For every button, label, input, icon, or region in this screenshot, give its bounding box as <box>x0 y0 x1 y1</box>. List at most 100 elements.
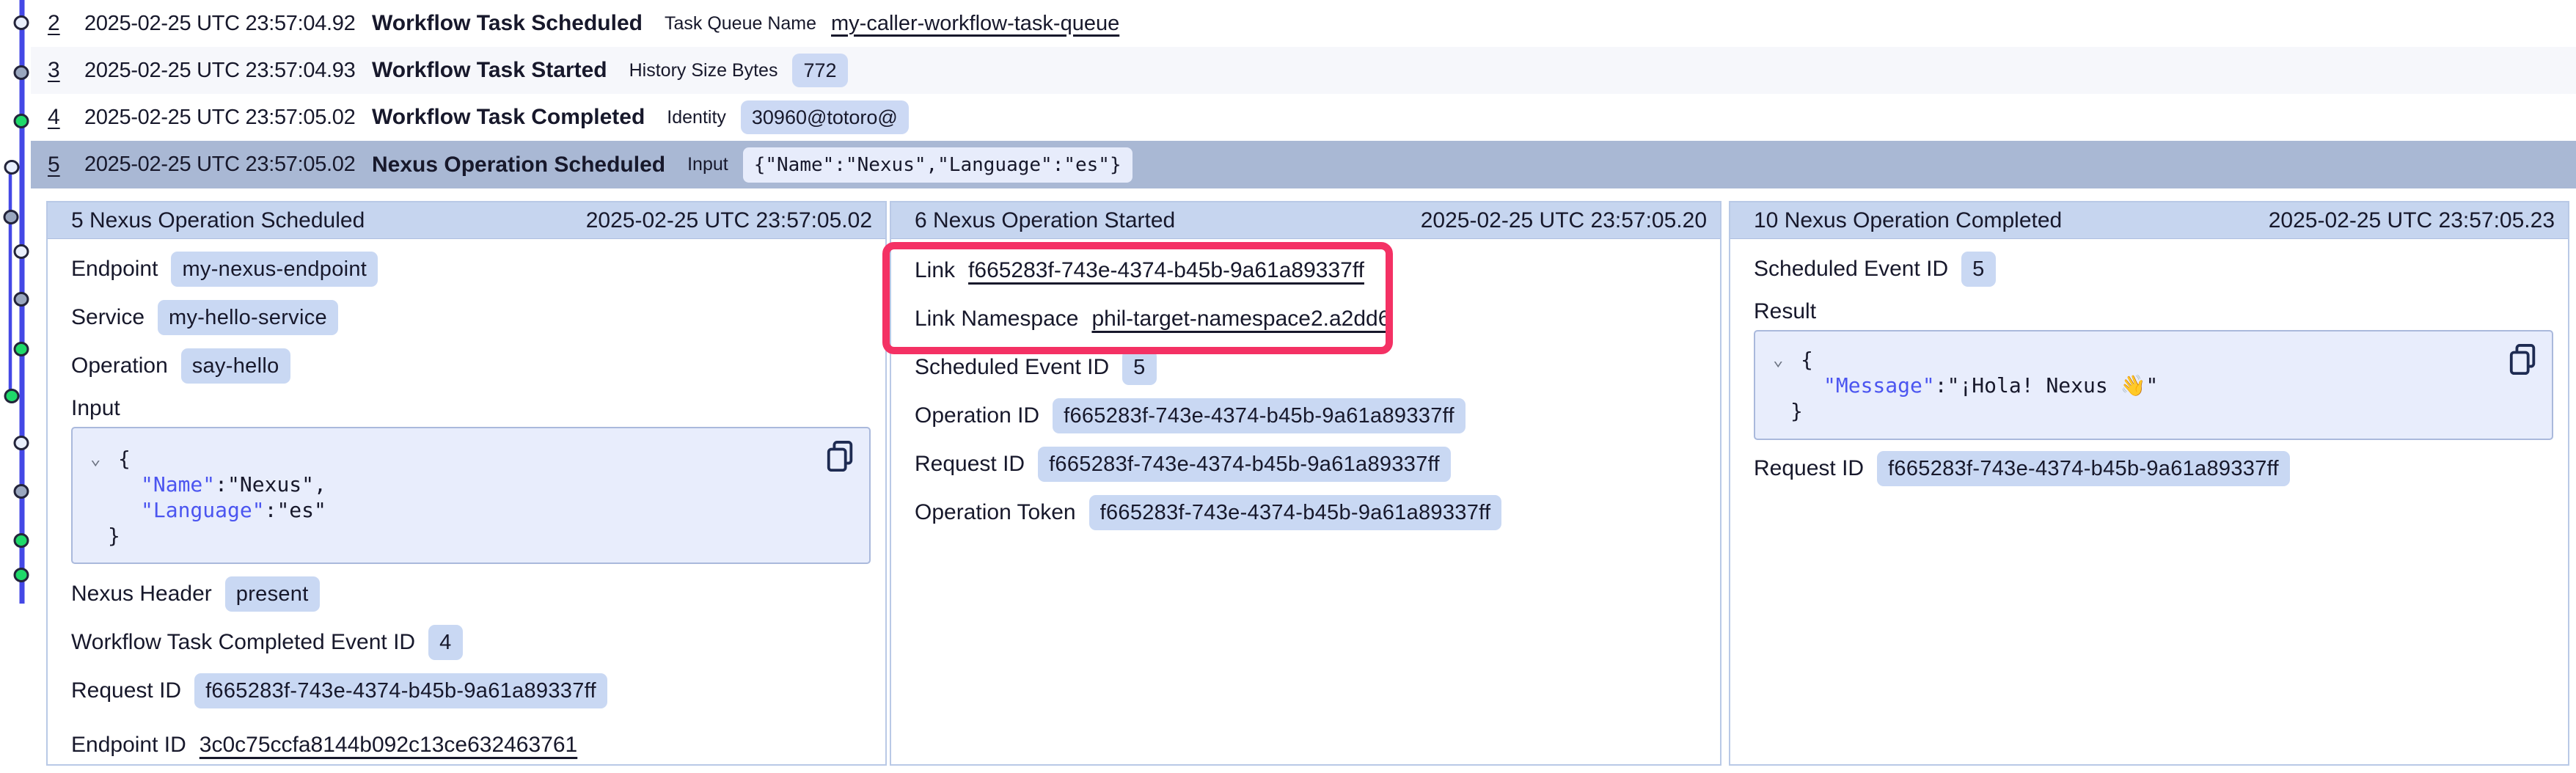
event-name: Workflow Task Started <box>372 58 607 83</box>
timeline-event-marker[interactable] <box>15 115 28 128</box>
timeline-event-marker[interactable] <box>15 246 28 258</box>
field-request-id: Request ID f665283f-743e-4374-b45b-9a61a… <box>71 667 871 715</box>
panel-title: 10 Nexus Operation Completed <box>1754 208 2062 233</box>
json-brace: } <box>108 523 120 549</box>
timeline-event-marker[interactable] <box>5 390 18 403</box>
operation-badge: say-hello <box>181 348 290 384</box>
json-key: "Language" <box>141 497 265 523</box>
json-key: "Message" <box>1823 373 1935 398</box>
timeline-event-marker[interactable] <box>15 437 28 450</box>
field-label: Request ID <box>71 678 181 703</box>
request-id-badge: f665283f-743e-4374-b45b-9a61a89337ff <box>1877 451 2290 486</box>
identity-badge: 30960@totoro@ <box>741 100 909 134</box>
event-timestamp: 2025-02-25 UTC 23:57:05.02 <box>84 106 372 130</box>
field-label: Link Namespace <box>915 307 1078 331</box>
history-size-badge: 772 <box>792 54 847 87</box>
field-link-namespace: Link Namespace phil-target-namespace2.a2… <box>915 295 1705 343</box>
event-row-2[interactable]: 2 2025-02-25 UTC 23:57:04.92 Workflow Ta… <box>31 0 2576 47</box>
wtce-id-badge: 4 <box>428 625 462 660</box>
panel-timestamp: 2025-02-25 UTC 23:57:05.20 <box>1421 208 1707 233</box>
copy-icon[interactable] <box>2508 343 2539 377</box>
link-value-link[interactable]: f665283f-743e-4374-b45b-9a61a89337ff <box>968 258 1364 283</box>
json-key: "Name" <box>141 472 215 497</box>
link-namespace-link[interactable]: phil-target-namespace2.a2dd6 <box>1091 307 1390 331</box>
input-json-badge: {"Name":"Nexus","Language":"es"} <box>743 147 1133 183</box>
field-scheduled-event-id: Scheduled Event ID 5 <box>915 343 1705 392</box>
field-request-id: Request ID f665283f-743e-4374-b45b-9a61a… <box>1754 444 2553 493</box>
json-brace: } <box>1790 398 1803 424</box>
field-nexus-header: Nexus Header present <box>71 570 871 618</box>
panel-title: 5 Nexus Operation Scheduled <box>71 208 365 233</box>
field-operation-token: Operation Token f665283f-743e-4374-b45b-… <box>915 488 1705 537</box>
field-operation-id: Operation ID f665283f-743e-4374-b45b-9a6… <box>915 392 1705 440</box>
panel-header: 10 Nexus Operation Completed 2025-02-25 … <box>1730 202 2568 239</box>
event-row-4[interactable]: 4 2025-02-25 UTC 23:57:05.02 Workflow Ta… <box>31 94 2576 141</box>
field-operation: Operation say-hello <box>71 342 871 390</box>
event-row-3[interactable]: 3 2025-02-25 UTC 23:57:04.93 Workflow Ta… <box>31 47 2576 94</box>
timeline-event-marker[interactable] <box>5 161 18 174</box>
endpoint-id-link[interactable]: 3c0c75ccfa8144b092c13ce632463761 <box>200 733 577 758</box>
event-name: Workflow Task Completed <box>372 105 645 130</box>
input-json-viewer: ⌄ { "Name": "Nexus", "Language": "es" } <box>71 427 871 564</box>
panel-nexus-operation-completed: 10 Nexus Operation Completed 2025-02-25 … <box>1729 201 2569 766</box>
json-value: "Nexus", <box>227 472 326 497</box>
timeline-event-marker[interactable] <box>15 343 28 356</box>
timeline-event-marker[interactable] <box>15 293 28 306</box>
panel-title: 6 Nexus Operation Started <box>915 208 1175 233</box>
field-label: Nexus Header <box>71 582 212 607</box>
endpoint-badge: my-nexus-endpoint <box>171 252 378 287</box>
event-detail-label: Identity <box>667 107 726 128</box>
json-colon: : <box>265 497 277 523</box>
event-id-link[interactable]: 4 <box>48 105 65 130</box>
field-label: Operation ID <box>915 403 1039 428</box>
timeline-event-marker[interactable] <box>15 569 28 582</box>
timeline-event-marker[interactable] <box>15 17 28 29</box>
field-label: Endpoint ID <box>71 733 186 758</box>
field-label: Input <box>71 396 120 421</box>
event-detail-label: History Size Bytes <box>629 60 778 81</box>
json-colon: : <box>215 472 227 497</box>
field-label: Operation <box>71 353 168 378</box>
event-name: Nexus Operation Scheduled <box>372 153 665 177</box>
collapse-chevron-icon[interactable]: ⌄ <box>90 446 108 472</box>
panel-header: 6 Nexus Operation Started 2025-02-25 UTC… <box>891 202 1720 239</box>
field-link: Link f665283f-743e-4374-b45b-9a61a89337f… <box>915 246 1705 295</box>
operation-token-badge: f665283f-743e-4374-b45b-9a61a89337ff <box>1089 495 1502 530</box>
field-service: Service my-hello-service <box>71 293 871 342</box>
operation-id-badge: f665283f-743e-4374-b45b-9a61a89337ff <box>1053 398 1466 433</box>
timeline-event-marker[interactable] <box>15 486 28 498</box>
field-request-id: Request ID f665283f-743e-4374-b45b-9a61a… <box>915 440 1705 488</box>
json-value: "es" <box>277 497 326 523</box>
panel-nexus-operation-started: 6 Nexus Operation Started 2025-02-25 UTC… <box>890 201 1721 766</box>
event-timestamp: 2025-02-25 UTC 23:57:04.93 <box>84 59 372 83</box>
event-detail-label: Input <box>687 154 728 175</box>
collapse-chevron-icon[interactable]: ⌄ <box>1773 347 1790 373</box>
request-id-badge: f665283f-743e-4374-b45b-9a61a89337ff <box>1038 447 1451 482</box>
event-id-link[interactable]: 3 <box>48 58 65 83</box>
event-detail-label: Task Queue Name <box>665 13 816 34</box>
panel-timestamp: 2025-02-25 UTC 23:57:05.02 <box>586 208 872 233</box>
nexus-header-badge: present <box>225 576 320 612</box>
request-id-badge: f665283f-743e-4374-b45b-9a61a89337ff <box>194 673 607 708</box>
field-label: Request ID <box>915 452 1025 477</box>
input-section-label: Input <box>71 390 871 427</box>
field-label: Result <box>1754 299 1816 324</box>
field-label: Scheduled Event ID <box>915 355 1109 380</box>
scheduled-event-id-badge: 5 <box>1961 252 1995 287</box>
timeline-event-marker[interactable] <box>15 67 28 79</box>
copy-icon[interactable] <box>825 440 856 474</box>
timeline-event-marker[interactable] <box>4 211 18 224</box>
json-value: "¡Hola! Nexus 👋" <box>1947 373 2159 398</box>
event-id-link[interactable]: 5 <box>48 153 65 177</box>
field-label: Link <box>915 258 955 283</box>
field-label: Endpoint <box>71 257 158 282</box>
scheduled-event-id-badge: 5 <box>1122 350 1156 385</box>
event-row-5-selected[interactable]: 5 2025-02-25 UTC 23:57:05.02 Nexus Opera… <box>31 141 2576 188</box>
task-queue-link[interactable]: my-caller-workflow-task-queue <box>831 12 1119 36</box>
workflow-history-view: 2 2025-02-25 UTC 23:57:04.92 Workflow Ta… <box>0 0 2576 773</box>
field-endpoint: Endpoint my-nexus-endpoint <box>71 245 871 293</box>
timeline-event-marker[interactable] <box>15 535 28 547</box>
result-json-viewer: ⌄ { "Message": "¡Hola! Nexus 👋" } <box>1754 330 2553 440</box>
event-id-link[interactable]: 2 <box>48 11 65 36</box>
event-name: Workflow Task Scheduled <box>372 11 643 36</box>
